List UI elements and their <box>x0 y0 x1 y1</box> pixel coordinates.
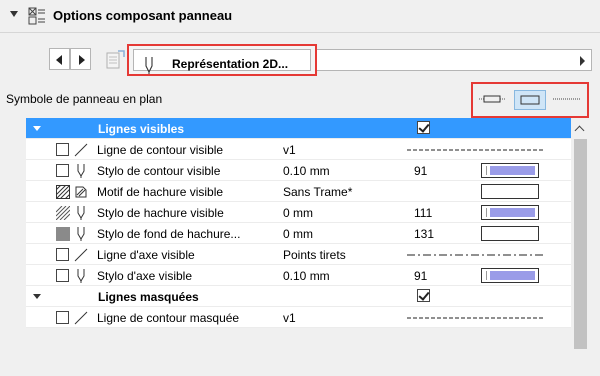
symbol-option-box[interactable] <box>514 90 546 110</box>
row-name: Motif de hachure visible <box>97 185 224 199</box>
panel-header[interactable]: Options composant panneau <box>0 0 600 33</box>
row-checkbox[interactable] <box>56 311 69 324</box>
page-settings-icon[interactable] <box>104 49 126 71</box>
row-checkbox[interactable] <box>56 248 69 261</box>
table-row[interactable]: Ligne d'axe visible Points tirets <box>26 244 571 265</box>
table-row[interactable]: Ligne de contour visible v1 <box>26 139 571 160</box>
pen-icon <box>77 269 85 283</box>
vertical-scrollbar[interactable] <box>571 118 590 376</box>
hatch-lines-icon <box>56 206 70 220</box>
pen-icon <box>145 57 153 74</box>
scroll-up-icon[interactable] <box>574 125 585 136</box>
dash-dot-line-preview <box>407 254 544 256</box>
row-name: Stylo de hachure visible <box>97 206 224 220</box>
hatch-tool-icon <box>75 186 87 198</box>
pen-number[interactable]: 111 <box>414 206 432 220</box>
row-value[interactable]: 0 mm <box>283 206 313 220</box>
row-name: Stylo de contour visible <box>97 164 221 178</box>
filled-square-icon <box>56 227 70 241</box>
box-symbol-icon <box>520 95 540 105</box>
table-row[interactable]: Motif de hachure visible Sans Trame* <box>26 181 571 202</box>
row-value[interactable]: 0.10 mm <box>283 164 330 178</box>
symbol-label: Symbole de panneau en plan <box>6 92 163 106</box>
previous-page-button[interactable] <box>49 48 70 70</box>
table-row[interactable]: Stylo d'axe visible 0.10 mm 91 <box>26 265 571 286</box>
row-name: Ligne d'axe visible <box>97 248 195 262</box>
section-header-lignes-visibles[interactable]: Lignes visibles <box>26 118 571 139</box>
row-checkbox[interactable] <box>56 143 69 156</box>
line-icon <box>74 311 88 325</box>
pen-icon <box>77 206 85 220</box>
line-icon <box>74 248 88 262</box>
arrow-right-icon <box>79 55 85 65</box>
page-dropdown-bar[interactable] <box>317 49 592 71</box>
section-checkbox[interactable] <box>417 121 430 134</box>
row-value[interactable]: v1 <box>283 143 296 157</box>
representation-2d-label: Représentation 2D... <box>172 57 289 71</box>
chevron-right-icon <box>580 56 585 66</box>
pen-number[interactable]: 131 <box>414 227 434 241</box>
row-checkbox[interactable] <box>56 164 69 177</box>
arrow-left-icon <box>56 55 62 65</box>
dashed-line-preview <box>407 149 544 151</box>
row-value[interactable]: Points tirets <box>283 248 346 262</box>
row-value[interactable]: v1 <box>283 311 296 325</box>
line-icon <box>74 143 88 157</box>
pen-number[interactable]: 91 <box>414 164 427 178</box>
pen-color-swatch[interactable] <box>481 268 539 283</box>
fill-preview-box[interactable] <box>481 226 539 241</box>
section-header-lignes-masquees[interactable]: Lignes masquées <box>26 286 571 307</box>
row-checkbox[interactable] <box>56 269 69 282</box>
section-checkbox[interactable] <box>417 289 430 302</box>
table-row[interactable]: Stylo de fond de hachure... 0 mm 131 <box>26 223 571 244</box>
table-row[interactable]: Stylo de hachure visible 0 mm 111 <box>26 202 571 223</box>
dotted-line-symbol-icon <box>553 98 581 100</box>
pen-number[interactable]: 91 <box>414 269 427 283</box>
panel-title: Options composant panneau <box>53 8 233 23</box>
next-page-button[interactable] <box>70 48 91 70</box>
hatch-preview-box[interactable] <box>481 184 539 199</box>
scroll-thumb[interactable] <box>574 139 587 349</box>
row-name: Stylo de fond de hachure... <box>97 227 241 241</box>
symbol-option-group <box>471 82 589 118</box>
section-title: Lignes masquées <box>98 290 199 304</box>
table-row[interactable]: Ligne de contour masquée v1 <box>26 307 571 328</box>
hatch-pattern-icon <box>56 185 70 199</box>
representation-2d-button[interactable]: Représentation 2D... <box>127 44 317 76</box>
table-row[interactable]: Stylo de contour visible 0.10 mm 91 <box>26 160 571 181</box>
section-title: Lignes visibles <box>98 122 185 136</box>
row-name: Ligne de contour visible <box>97 143 224 157</box>
symbol-option-dotted-line[interactable] <box>551 90 583 110</box>
row-value[interactable]: Sans Trame* <box>283 185 352 199</box>
dashed-line-preview <box>407 317 544 319</box>
row-name: Stylo d'axe visible <box>97 269 193 283</box>
collapse-triangle-icon[interactable] <box>33 126 41 131</box>
collapse-triangle-icon[interactable] <box>33 294 41 299</box>
pen-icon <box>77 227 85 241</box>
pen-color-swatch[interactable] <box>481 205 539 220</box>
dashed-box-symbol-icon <box>479 95 505 103</box>
collapse-triangle-icon[interactable] <box>10 11 18 17</box>
symbol-option-dashed-box[interactable] <box>477 90 509 110</box>
row-name: Ligne de contour masquée <box>97 311 240 325</box>
panel-options-icon <box>28 7 45 25</box>
pen-color-swatch[interactable] <box>481 163 539 178</box>
pen-icon <box>77 164 85 178</box>
row-value[interactable]: 0 mm <box>283 227 313 241</box>
row-value[interactable]: 0.10 mm <box>283 269 330 283</box>
